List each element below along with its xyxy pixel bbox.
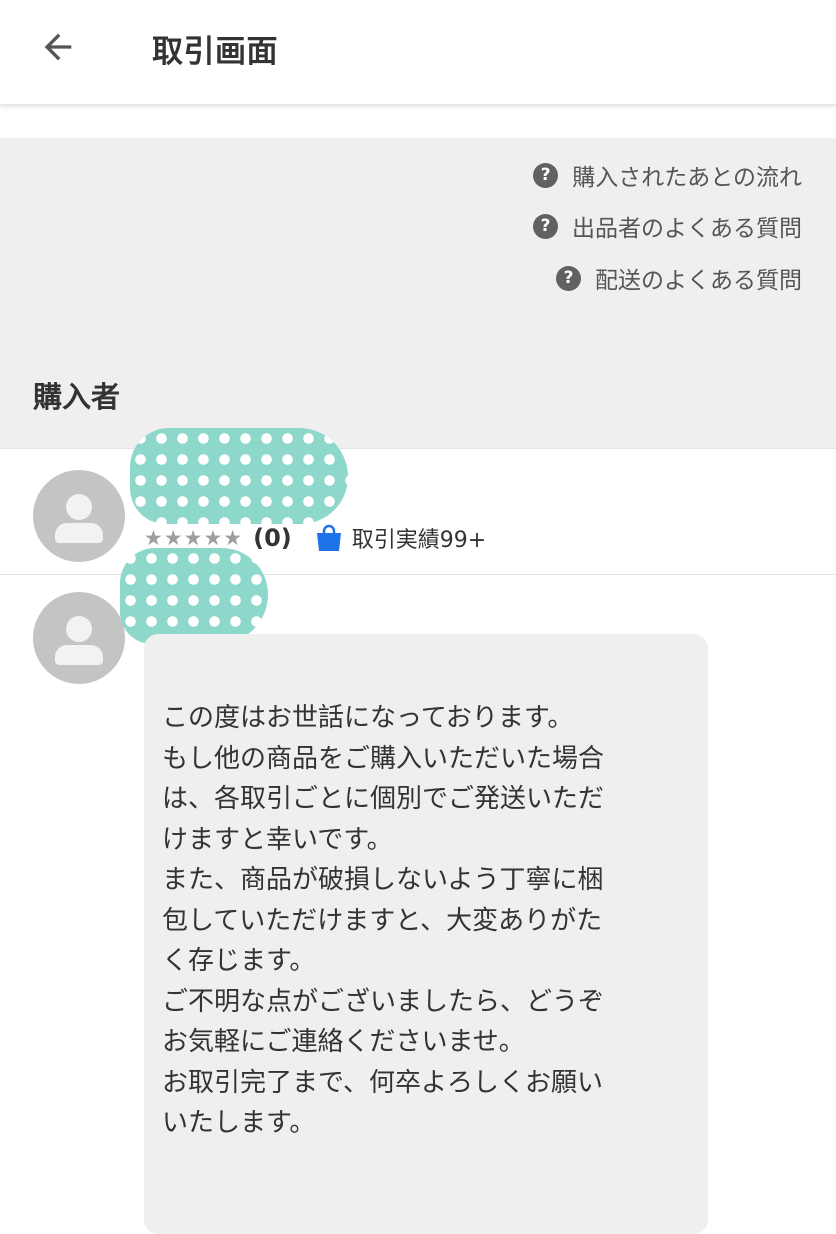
message-line: 包していただけますと、大変ありがた bbox=[162, 905, 603, 936]
page-title: 取引画面 bbox=[152, 34, 278, 70]
help-link-label: 出品者のよくある質問 bbox=[572, 216, 802, 242]
message-line: この度はお世話になっております。 bbox=[162, 703, 574, 733]
message-line: けますと幸いです。 bbox=[162, 824, 393, 855]
review-count: (0) bbox=[253, 524, 292, 552]
help-link-after-purchase[interactable]: ? 購入されたあとの流れ bbox=[533, 158, 802, 192]
arrow-left-icon bbox=[44, 33, 72, 61]
message-line: いたします。 bbox=[162, 1108, 316, 1138]
question-circle-icon: ? bbox=[533, 162, 559, 188]
message-line: ご不明な点がございましたら、どうぞ bbox=[162, 986, 605, 1017]
redacted-sender-name bbox=[120, 548, 268, 644]
rating-stars: ★★★★★ bbox=[144, 526, 244, 550]
help-link-label: 配送のよくある質問 bbox=[595, 268, 802, 294]
info-section: ? 購入されたあとの流れ ? 出品者のよくある質問 ? 配送のよくある質問 購入… bbox=[0, 138, 836, 448]
message-line: く存じます。 bbox=[162, 946, 316, 976]
redacted-buyer-name bbox=[130, 428, 348, 524]
shopping-bag-icon bbox=[314, 524, 344, 552]
sender-avatar[interactable] bbox=[33, 592, 125, 684]
help-link-shipping-faq[interactable]: ? 配送のよくある質問 bbox=[556, 261, 802, 295]
buyer-avatar[interactable] bbox=[33, 470, 125, 562]
question-circle-icon: ? bbox=[556, 265, 581, 291]
trade-count: 取引実績99+ bbox=[351, 528, 487, 553]
section-title-buyer: 購入者 bbox=[33, 380, 121, 414]
back-button[interactable] bbox=[30, 22, 86, 72]
message-line: また、商品が破損しないよう丁寧に梱 bbox=[162, 865, 604, 895]
help-link-label: 購入されたあとの流れ bbox=[572, 165, 802, 191]
message-line: は、各取引ごとに個別でご発送いただ bbox=[162, 784, 605, 814]
message-line: もし他の商品をご購入いただいた場合 bbox=[162, 743, 605, 774]
app-header: 取引画面 bbox=[0, 0, 836, 105]
help-link-seller-faq[interactable]: ? 出品者のよくある質問 bbox=[533, 209, 802, 243]
message-bubble: この度はお世話になっております。 もし他の商品をご購入いただいた場合 は、各取引… bbox=[144, 634, 708, 1234]
message-line: お気軽にご連絡くださいませ。 bbox=[162, 1027, 525, 1057]
divider bbox=[0, 448, 836, 449]
question-circle-icon: ? bbox=[533, 213, 558, 239]
message-text: この度はお世話になっております。 もし他の商品をご購入いただいた場合 は、各取引… bbox=[162, 698, 682, 1144]
message-line: お取引完了まで、何卒よろしくお願い bbox=[162, 1067, 603, 1098]
